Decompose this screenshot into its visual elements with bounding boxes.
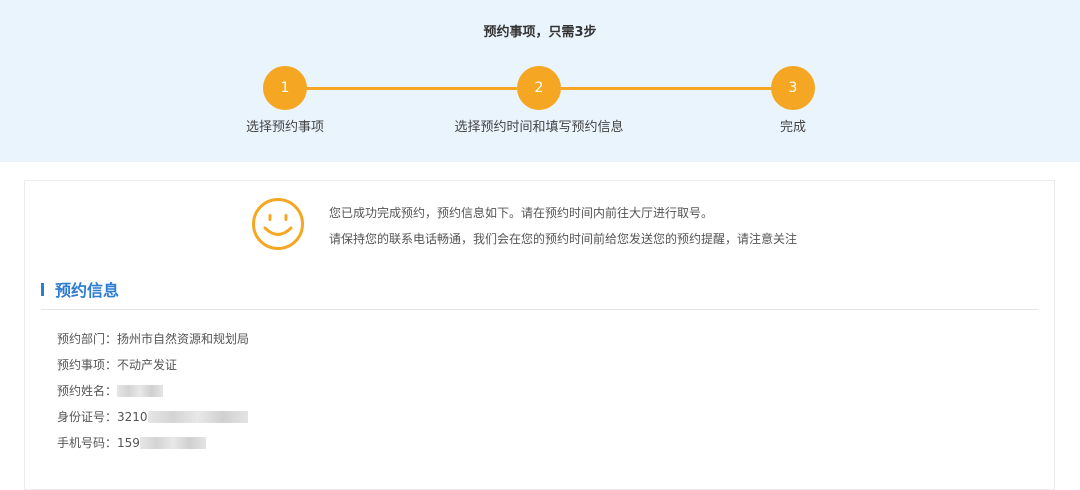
- info-row-name: 预约姓名：: [57, 382, 164, 399]
- info-row-id: 身份证号： 3210: [57, 408, 248, 425]
- info-row-phone: 手机号码： 159: [57, 434, 206, 451]
- redacted-value: [117, 384, 164, 397]
- result-card: 您已成功完成预约，预约信息如下。请在预约时间内前往大厅进行取号。 请保持您的联系…: [24, 180, 1055, 490]
- steps-header: 预约事项，只需3步 1 2 3 选择预约事项 选择预约时间和填写预约信息 完成: [0, 0, 1080, 162]
- info-row-department: 预约部门： 扬州市自然资源和规划局: [57, 330, 249, 347]
- step-2-circle: 2: [517, 66, 561, 110]
- smile-icon: [252, 198, 304, 250]
- divider: [41, 309, 1038, 310]
- info-value: 不动产发证: [117, 358, 178, 372]
- redacted-value: [147, 410, 248, 423]
- step-3-circle: 3: [771, 66, 815, 110]
- section-title-text: 预约信息: [55, 281, 120, 300]
- info-value: 159: [117, 435, 140, 450]
- info-label: 预约部门：: [57, 332, 118, 346]
- step-connector: [561, 87, 771, 90]
- redacted-value: [139, 436, 206, 449]
- reminder-message: 请保持您的联系电话畅通，我们会在您的预约时间前给您发送您的预约提醒，请注意关注: [329, 232, 798, 246]
- info-label: 预约事项：: [57, 358, 118, 372]
- info-row-item: 预约事项： 不动产发证: [57, 356, 177, 373]
- step-1-label: 选择预约事项: [245, 120, 324, 135]
- section-title: 预约信息: [41, 277, 119, 301]
- step-2-label: 选择预约时间和填写预约信息: [454, 120, 624, 135]
- info-value: 扬州市自然资源和规划局: [117, 332, 250, 346]
- info-label: 手机号码：: [57, 436, 118, 450]
- success-message: 您已成功完成预约，预约信息如下。请在预约时间内前往大厅进行取号。: [329, 206, 714, 220]
- step-1-circle: 1: [263, 66, 307, 110]
- section-marker: [41, 282, 44, 296]
- step-connector: [307, 87, 517, 90]
- info-label: 预约姓名：: [57, 384, 118, 398]
- page-title: 预约事项，只需3步: [483, 25, 597, 40]
- step-3-label: 完成: [779, 120, 806, 135]
- info-value: 3210: [117, 409, 148, 424]
- info-label: 身份证号：: [57, 410, 118, 424]
